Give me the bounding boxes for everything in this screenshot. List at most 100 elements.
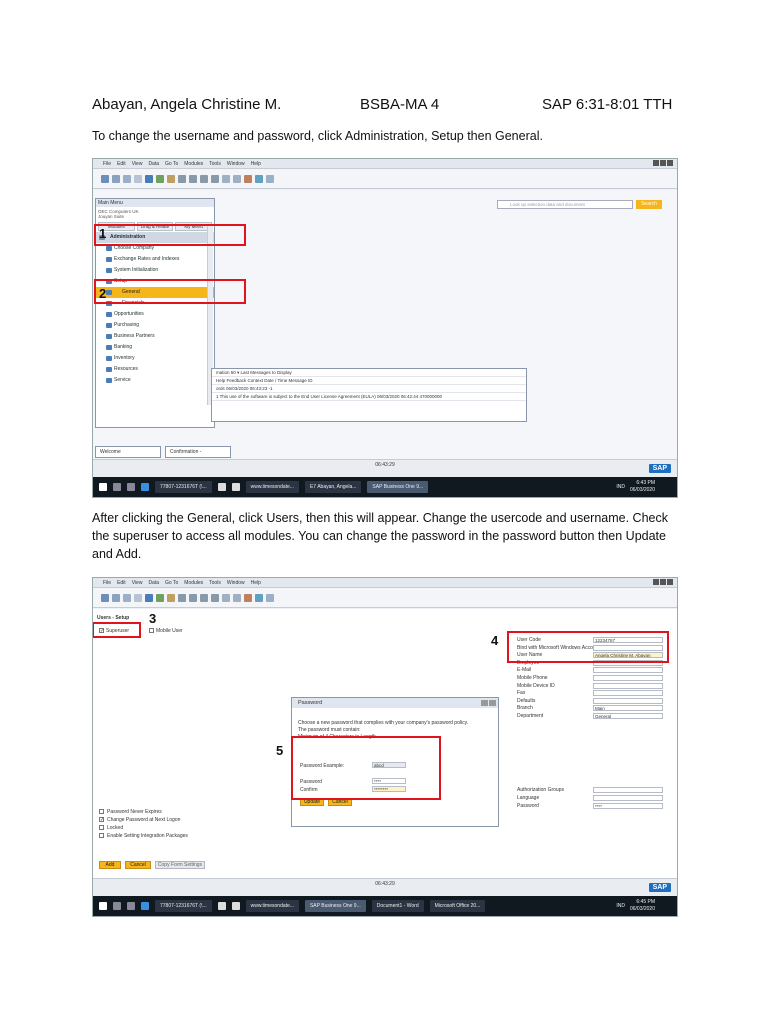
sort-icon[interactable] [233, 593, 241, 602]
main-menu-item[interactable]: Banking [96, 342, 214, 353]
windows-start-icon[interactable] [99, 902, 107, 910]
task-view-icon[interactable] [127, 902, 135, 910]
edge-icon[interactable] [141, 902, 149, 910]
mobile-user-checkbox[interactable] [149, 628, 154, 633]
help-icon[interactable] [255, 174, 263, 183]
search-icon[interactable] [113, 483, 121, 491]
cancel-button[interactable]: Cancel [125, 861, 151, 869]
menu-view[interactable]: View [132, 580, 143, 586]
option-checkbox[interactable] [99, 809, 104, 814]
menu-file[interactable]: File [103, 161, 111, 167]
search-icon[interactable] [113, 902, 121, 910]
message-row[interactable]: 1 This use of the software is subject to… [212, 393, 526, 401]
field-input[interactable]: **** [593, 803, 663, 809]
field-input[interactable] [593, 667, 663, 674]
tab-confirmation[interactable]: Confirmation - [165, 446, 231, 458]
menu-modules[interactable]: Modules [184, 161, 203, 167]
option-checkbox[interactable] [99, 833, 104, 838]
filter-icon[interactable] [222, 174, 230, 183]
taskbar-item[interactable]: 77807-1231676T (\... [155, 900, 212, 912]
minimize-icon[interactable] [653, 160, 659, 166]
add-icon[interactable] [156, 593, 164, 602]
input-indicator[interactable]: IND [616, 484, 625, 490]
export-icon[interactable] [134, 174, 142, 183]
copy-form-settings-button[interactable]: Copy Form Settings [155, 861, 205, 869]
windows-start-icon[interactable] [99, 483, 107, 491]
taskbar-item[interactable]: www.timesondate... [245, 900, 299, 912]
add-button[interactable]: Add [99, 861, 121, 869]
menu-help[interactable]: Help [251, 161, 261, 167]
field-input[interactable]: General [593, 713, 663, 719]
taskbar-item[interactable]: SAP Business One 9... [304, 900, 366, 912]
taskbar-item[interactable]: Microsoft Office 20... [429, 900, 486, 912]
task-view-icon[interactable] [127, 483, 135, 491]
calendar-icon[interactable] [266, 593, 274, 602]
email-icon[interactable] [123, 593, 131, 602]
minimize-icon[interactable] [481, 700, 488, 706]
menu-data[interactable]: Data [148, 161, 159, 167]
taskbar-item[interactable]: Document1 - Word [371, 900, 424, 912]
store-icon[interactable] [217, 483, 226, 491]
menu-goto[interactable]: Go To [165, 161, 178, 167]
main-menu-item[interactable]: Opportunities [96, 309, 214, 320]
find-icon[interactable] [145, 174, 153, 183]
mail-icon[interactable] [231, 483, 240, 491]
taskbar-clock[interactable]: 6:45 PM 06/03/2020 [630, 899, 655, 913]
menu-edit[interactable]: Edit [117, 580, 126, 586]
add-icon[interactable] [156, 174, 164, 183]
menu-view[interactable]: View [132, 161, 143, 167]
search-input[interactable]: Look up selection data and document [497, 200, 633, 209]
first-record-icon[interactable] [178, 174, 186, 183]
settings-icon[interactable] [244, 174, 252, 183]
main-menu-item[interactable]: Service [96, 375, 214, 386]
menu-window[interactable]: Window [227, 580, 245, 586]
export-icon[interactable] [134, 593, 142, 602]
field-input[interactable] [593, 675, 663, 681]
field-input[interactable] [593, 795, 663, 801]
option-checkbox[interactable] [99, 825, 104, 830]
taskbar-item[interactable]: SAP Business One 9... [367, 481, 429, 493]
taskbar-item[interactable]: 77807-1231676T (\... [155, 481, 212, 493]
last-record-icon[interactable] [211, 593, 219, 602]
field-input[interactable] [593, 682, 663, 689]
main-menu-item[interactable]: Exchange Rates and Indexes [96, 254, 214, 265]
find-icon[interactable] [145, 593, 153, 602]
menu-edit[interactable]: Edit [117, 161, 126, 167]
option-checkbox[interactable]: ✓ [99, 817, 104, 823]
first-record-icon[interactable] [178, 593, 186, 602]
mail-icon[interactable] [231, 902, 240, 910]
menu-data[interactable]: Data [148, 580, 159, 586]
filter-icon[interactable] [222, 593, 230, 602]
tab-welcome[interactable]: Welcome [95, 446, 161, 458]
main-menu-item[interactable]: Inventory [96, 353, 214, 364]
field-input[interactable] [593, 787, 663, 793]
print-icon[interactable] [101, 174, 109, 183]
main-menu-item[interactable]: System Initialization [96, 265, 214, 276]
restore-icon[interactable] [660, 160, 666, 166]
main-menu-item[interactable]: Business Partners [96, 331, 214, 342]
preview-icon[interactable] [112, 174, 120, 183]
taskbar-clock[interactable]: 6:43 PM 06/03/2020 [630, 480, 655, 494]
email-icon[interactable] [123, 174, 131, 183]
edge-icon[interactable] [141, 483, 149, 491]
main-menu-item[interactable]: Resources [96, 364, 214, 375]
menu-window[interactable]: Window [227, 161, 245, 167]
last-record-icon[interactable] [211, 174, 219, 183]
folder-icon[interactable] [167, 174, 175, 183]
menu-help[interactable]: Help [251, 580, 261, 586]
preview-icon[interactable] [112, 593, 120, 602]
taskbar-item[interactable]: www.timesondate... [245, 481, 299, 493]
menu-modules[interactable]: Modules [184, 580, 203, 586]
calendar-icon[interactable] [266, 174, 274, 183]
field-input[interactable]: Main [593, 705, 663, 712]
store-icon[interactable] [217, 902, 226, 910]
menu-tools[interactable]: Tools [209, 161, 221, 167]
restore-icon[interactable] [660, 579, 666, 585]
folder-icon[interactable] [167, 593, 175, 602]
main-menu-item[interactable]: Purchasing [96, 320, 214, 331]
next-record-icon[interactable] [200, 593, 208, 602]
settings-icon[interactable] [244, 593, 252, 602]
help-icon[interactable] [255, 593, 263, 602]
print-icon[interactable] [101, 593, 109, 602]
minimize-icon[interactable] [653, 579, 659, 585]
